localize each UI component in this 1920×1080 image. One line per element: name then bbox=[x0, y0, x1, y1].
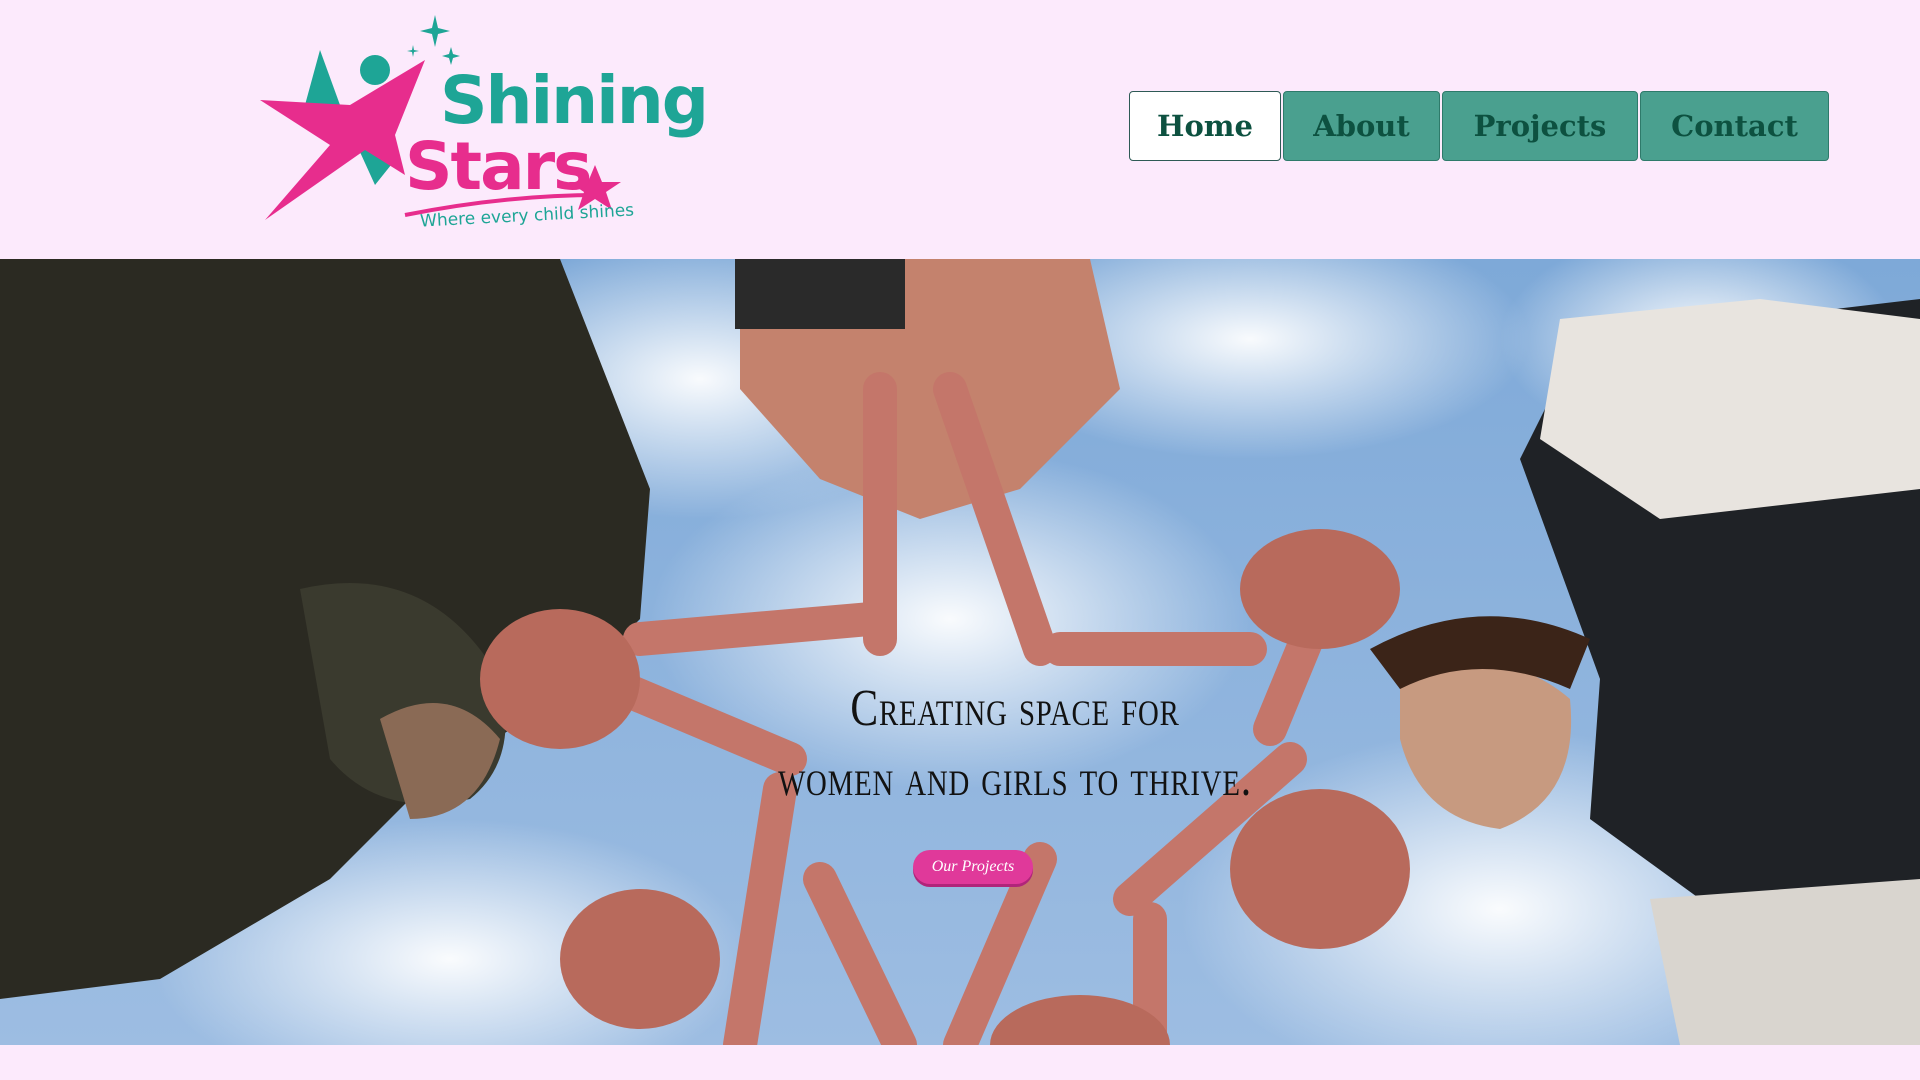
nav-item-about[interactable]: About bbox=[1283, 91, 1440, 161]
logo-wordmark-line2: Stars bbox=[405, 128, 592, 205]
site-header: Shining Stars Where every child shines H… bbox=[0, 0, 1920, 259]
our-projects-button[interactable]: Our Projects bbox=[913, 850, 1033, 884]
nav-item-contact[interactable]: Contact bbox=[1640, 91, 1829, 161]
nav-item-home[interactable]: Home bbox=[1129, 91, 1281, 161]
hero-heading-line2: women and girls to thrive. bbox=[778, 750, 1252, 807]
hero-heading: Creating space for women and girls to th… bbox=[203, 674, 1827, 814]
main-navigation: Home About Projects Contact bbox=[1129, 91, 1829, 161]
hero-heading-line1: Creating space for bbox=[850, 680, 1180, 737]
site-logo[interactable]: Shining Stars Where every child shines bbox=[255, 10, 709, 235]
page-bottom-strip bbox=[0, 1045, 1920, 1080]
nav-item-projects[interactable]: Projects bbox=[1442, 91, 1638, 161]
hero-section: Creating space for women and girls to th… bbox=[0, 259, 1920, 1045]
hero-background-photo bbox=[0, 259, 1920, 1045]
